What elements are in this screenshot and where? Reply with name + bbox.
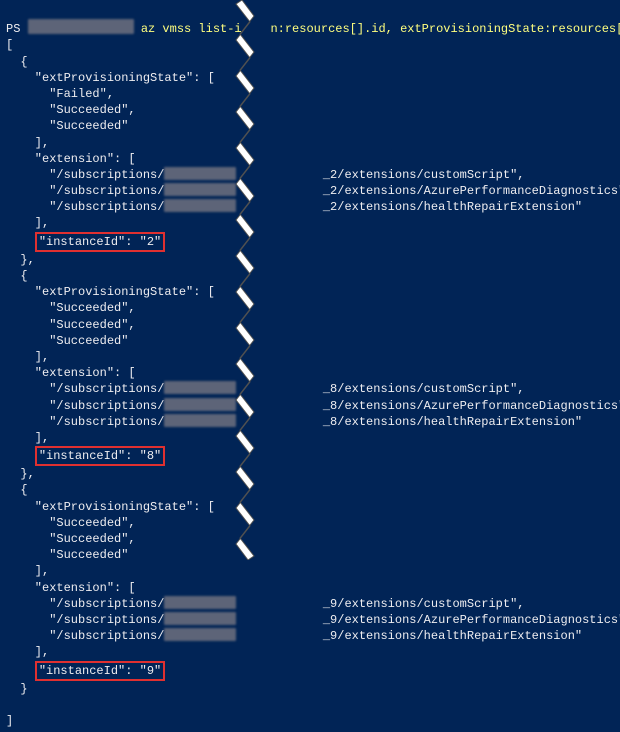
redacted-id [164,183,236,196]
json-open: [ [6,38,13,52]
command-suffix: n:resources[].id, extProvisioningState:r… [270,22,620,36]
redacted-id [164,398,236,411]
console-output: PS az vmss list-i n:resources[].id, extP… [0,0,620,732]
redacted-id [164,414,236,427]
command-prefix: az vmss list-i [141,22,242,36]
redacted-id [164,381,236,394]
prompt-prefix: PS [6,22,28,36]
redacted-path [28,19,134,34]
redacted-id [164,167,236,180]
json-close: ] [6,714,13,728]
redacted-id [164,612,236,625]
instance-id-highlight: "instanceId": "9" [35,661,165,681]
instance-id-highlight: "instanceId": "8" [35,446,165,466]
redacted-id [164,628,236,641]
instance-id-highlight: "instanceId": "2" [35,232,165,252]
prompt-line: PS az vmss list-i n:resources[].id, extP… [6,22,620,36]
redacted-id [164,199,236,212]
redacted-id [164,596,236,609]
